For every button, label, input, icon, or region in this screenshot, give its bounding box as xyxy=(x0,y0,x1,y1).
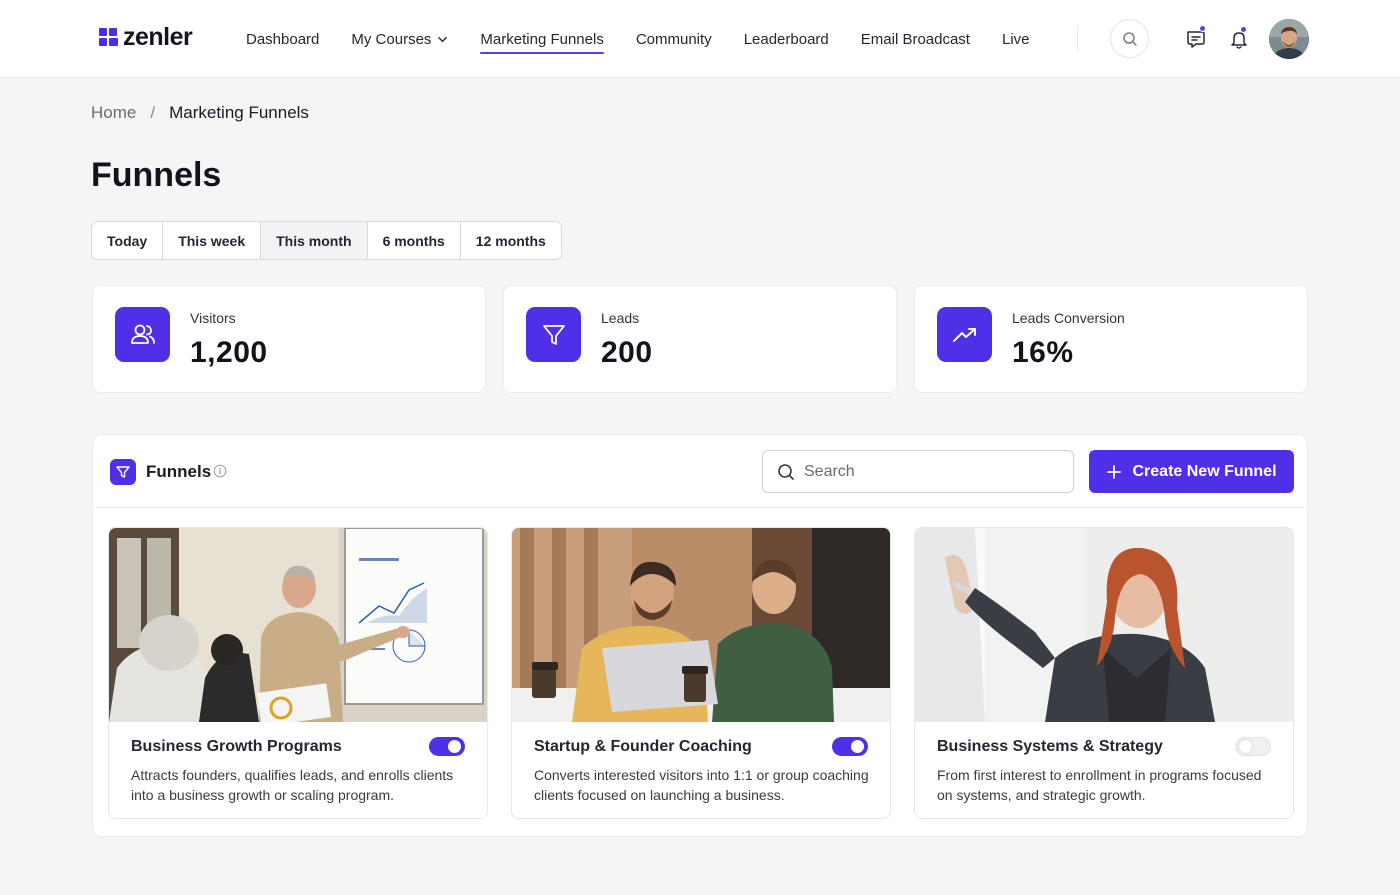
stat-label: Visitors xyxy=(190,310,236,326)
funnel-card-image xyxy=(512,528,890,722)
period-6-months[interactable]: 6 months xyxy=(368,222,461,259)
nav-label: Marketing Funnels xyxy=(480,30,604,48)
funnel-card[interactable]: Business Growth Programs Attracts founde… xyxy=(108,527,488,819)
logo-text: zenler xyxy=(123,23,193,51)
trending-up-icon xyxy=(937,307,992,362)
funnels-panel: Funnels Create New Funnel xyxy=(92,434,1308,837)
logo-mark-icon xyxy=(99,28,118,47)
funnel-card-title: Business Growth Programs xyxy=(131,738,342,755)
nav-divider xyxy=(1077,27,1078,51)
funnel-enabled-toggle[interactable] xyxy=(1235,737,1271,756)
filter-icon xyxy=(110,459,136,485)
funnel-search xyxy=(762,450,1074,493)
nav-label: Leaderboard xyxy=(743,30,829,48)
stat-label: Leads Conversion xyxy=(1012,310,1125,326)
nav-label: My Courses xyxy=(351,30,432,48)
info-icon[interactable] xyxy=(213,464,227,478)
nav-item-my-courses[interactable]: My Courses xyxy=(351,27,448,51)
nav-item-email-broadcast[interactable]: Email Broadcast xyxy=(861,27,970,51)
notifications-button[interactable] xyxy=(1227,26,1251,51)
search-icon xyxy=(778,463,794,480)
stat-label: Leads xyxy=(601,310,640,326)
chevron-down-icon xyxy=(438,36,448,42)
toggle-knob xyxy=(851,740,864,753)
toggle-knob xyxy=(448,740,461,753)
user-avatar[interactable] xyxy=(1269,19,1309,59)
nav-label: Dashboard xyxy=(246,30,320,48)
nav-label: Live xyxy=(1001,30,1030,48)
stat-value: 1,200 xyxy=(190,336,268,369)
avatar-photo xyxy=(1269,19,1309,59)
breadcrumb-current: Marketing Funnels xyxy=(169,103,309,122)
funnel-card-description: Attracts founders, qualifies leads, and … xyxy=(131,767,454,803)
nav-item-community[interactable]: Community xyxy=(636,27,712,51)
nav-item-live[interactable]: Live xyxy=(1002,27,1030,51)
nav-label: Community xyxy=(635,30,712,48)
period-12-months[interactable]: 12 months xyxy=(461,222,561,259)
nav-item-leaderboard[interactable]: Leaderboard xyxy=(744,27,829,51)
funnel-enabled-toggle[interactable] xyxy=(429,737,465,756)
top-navbar: zenler Dashboard My Courses Marketing Fu… xyxy=(0,0,1400,78)
funnels-panel-header: Funnels Create New Funnel xyxy=(93,435,1307,508)
period-filter: Today This week This month 6 months 12 m… xyxy=(91,221,562,260)
main-nav: Dashboard My Courses Marketing Funnels C… xyxy=(246,0,1030,78)
stat-value: 16% xyxy=(1012,336,1074,369)
nav-item-marketing-funnels[interactable]: Marketing Funnels xyxy=(480,27,605,54)
breadcrumb-home-link[interactable]: Home xyxy=(91,103,136,123)
funnel-card-image xyxy=(915,528,1293,722)
plus-icon xyxy=(1107,464,1122,479)
create-new-funnel-button[interactable]: Create New Funnel xyxy=(1089,450,1294,493)
funnel-card-image xyxy=(109,528,487,722)
funnel-card-title: Business Systems & Strategy xyxy=(937,738,1163,755)
toggle-knob xyxy=(1239,740,1252,753)
period-today[interactable]: Today xyxy=(92,222,164,259)
page-title: Funnels xyxy=(91,156,222,194)
funnel-enabled-toggle[interactable] xyxy=(832,737,868,756)
funnel-card[interactable]: Business Systems & Strategy From first i… xyxy=(914,527,1294,819)
global-search-button[interactable] xyxy=(1110,19,1149,58)
zenler-logo[interactable]: zenler xyxy=(99,23,193,51)
funnel-card-title: Startup & Founder Coaching xyxy=(534,738,752,755)
stat-card-visitors: Visitors 1,200 xyxy=(92,285,486,393)
filter-icon xyxy=(526,307,581,362)
create-new-funnel-label: Create New Funnel xyxy=(1132,462,1277,480)
funnel-card[interactable]: Startup & Founder Coaching Converts inte… xyxy=(511,527,891,819)
funnel-card-description: From first interest to enrollment in pro… xyxy=(937,767,1262,803)
users-icon xyxy=(115,307,170,362)
period-this-week[interactable]: This week xyxy=(163,222,262,259)
search-icon xyxy=(1122,31,1137,46)
funnel-card-description: Converts interested visitors into 1:1 or… xyxy=(534,767,869,803)
bell-icon xyxy=(1231,32,1247,49)
unread-dot xyxy=(1240,26,1247,33)
stat-card-leads-conversion: Leads Conversion 16% xyxy=(914,285,1308,393)
funnel-search-input[interactable] xyxy=(804,462,1044,481)
nav-item-dashboard[interactable]: Dashboard xyxy=(246,27,319,51)
funnels-panel-title: Funnels xyxy=(146,462,212,481)
period-this-month[interactable]: This month xyxy=(261,222,368,259)
unread-dot xyxy=(1199,25,1206,32)
messages-button[interactable] xyxy=(1184,25,1208,51)
nav-label: Email Broadcast xyxy=(860,30,970,48)
breadcrumb-separator: / xyxy=(150,103,156,122)
stat-value: 200 xyxy=(601,336,653,369)
breadcrumb: Home / Marketing Funnels xyxy=(91,103,309,123)
stat-card-leads: Leads 200 xyxy=(503,285,897,393)
